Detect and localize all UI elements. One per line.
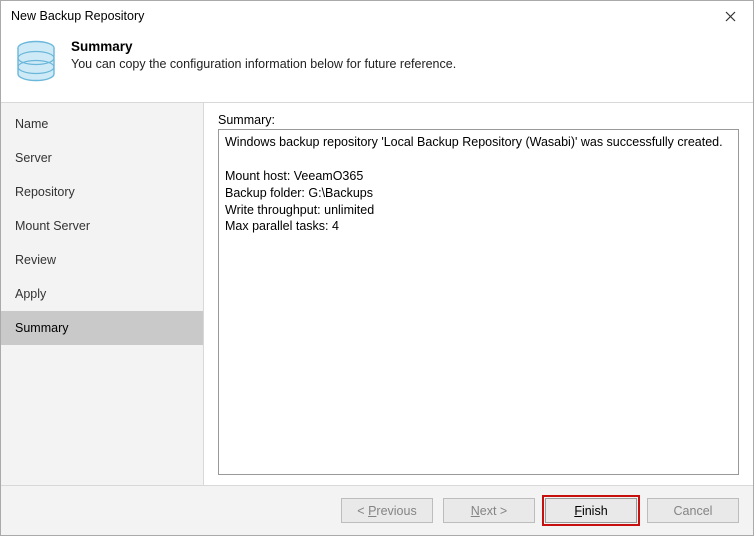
sidebar-item-label: Apply (15, 287, 46, 301)
header-text: Summary You can copy the configuration i… (71, 39, 456, 71)
sidebar-item-review[interactable]: Review (1, 243, 203, 277)
page-subtitle: You can copy the configuration informati… (71, 57, 456, 71)
sidebar-item-label: Name (15, 117, 48, 131)
cancel-button: Cancel (647, 498, 739, 523)
window-title: New Backup Repository (11, 9, 144, 23)
wizard-sidebar: Name Server Repository Mount Server Revi… (1, 103, 204, 485)
sidebar-item-label: Server (15, 151, 52, 165)
previous-button: < Previous (341, 498, 433, 523)
finish-button[interactable]: Finish (545, 498, 637, 523)
wizard-main: Summary: Windows backup repository 'Loca… (204, 103, 753, 485)
wizard-content: Name Server Repository Mount Server Revi… (1, 102, 753, 485)
wizard-footer: < Previous Next > Finish Cancel (1, 485, 753, 535)
cancel-button-label: Cancel (674, 504, 713, 518)
sidebar-item-label: Summary (15, 321, 68, 335)
wizard-header: Summary You can copy the configuration i… (1, 31, 753, 102)
next-button: Next > (443, 498, 535, 523)
titlebar: New Backup Repository (1, 1, 753, 31)
sidebar-item-label: Review (15, 253, 56, 267)
sidebar-item-server[interactable]: Server (1, 141, 203, 175)
sidebar-item-mount-server[interactable]: Mount Server (1, 209, 203, 243)
sidebar-item-name[interactable]: Name (1, 107, 203, 141)
sidebar-item-apply[interactable]: Apply (1, 277, 203, 311)
close-button[interactable] (708, 1, 753, 31)
close-icon (725, 11, 736, 22)
page-title: Summary (71, 39, 456, 54)
sidebar-item-label: Mount Server (15, 219, 90, 233)
repository-disk-icon (15, 39, 57, 88)
sidebar-item-repository[interactable]: Repository (1, 175, 203, 209)
summary-label: Summary: (218, 113, 739, 127)
sidebar-item-label: Repository (15, 185, 75, 199)
sidebar-item-summary[interactable]: Summary (1, 311, 203, 345)
summary-textbox[interactable]: Windows backup repository 'Local Backup … (218, 129, 739, 475)
